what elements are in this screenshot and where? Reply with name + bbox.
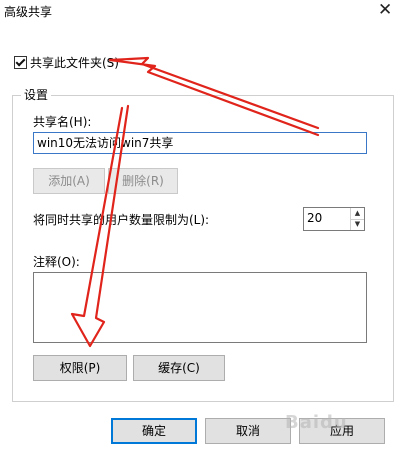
settings-legend: 设置 xyxy=(21,86,52,103)
share-folder-checkbox[interactable] xyxy=(14,56,27,69)
user-limit-label: 将同时共享的用户数量限制为(L): xyxy=(33,213,210,227)
cancel-button[interactable]: 取消 xyxy=(205,418,291,444)
share-name-label: 共享名(H): xyxy=(33,115,92,129)
spin-down-icon[interactable]: ▼ xyxy=(350,219,364,230)
user-limit-stepper[interactable]: 20 ▲ ▼ xyxy=(303,207,365,231)
baidu-watermark: Baidu xyxy=(285,412,348,433)
caching-button[interactable]: 缓存(C) xyxy=(133,355,225,381)
add-button[interactable]: 添加(A) xyxy=(33,168,105,194)
window-title: 高级共享 xyxy=(4,5,53,19)
comment-textarea[interactable] xyxy=(33,272,367,343)
share-folder-label: 共享此文件夹(S) xyxy=(30,56,119,70)
share-folder-checkbox-row[interactable]: 共享此文件夹(S) xyxy=(14,54,119,71)
permissions-button[interactable]: 权限(P) xyxy=(33,355,127,381)
share-name-input[interactable]: win10无法访问win7共享 xyxy=(33,132,367,154)
remove-button[interactable]: 删除(R) xyxy=(108,168,178,194)
comment-label: 注释(O): xyxy=(33,255,80,269)
ok-button[interactable]: 确定 xyxy=(111,418,197,444)
user-limit-value: 20 xyxy=(307,211,323,225)
close-icon[interactable]: ✕ xyxy=(378,0,392,20)
